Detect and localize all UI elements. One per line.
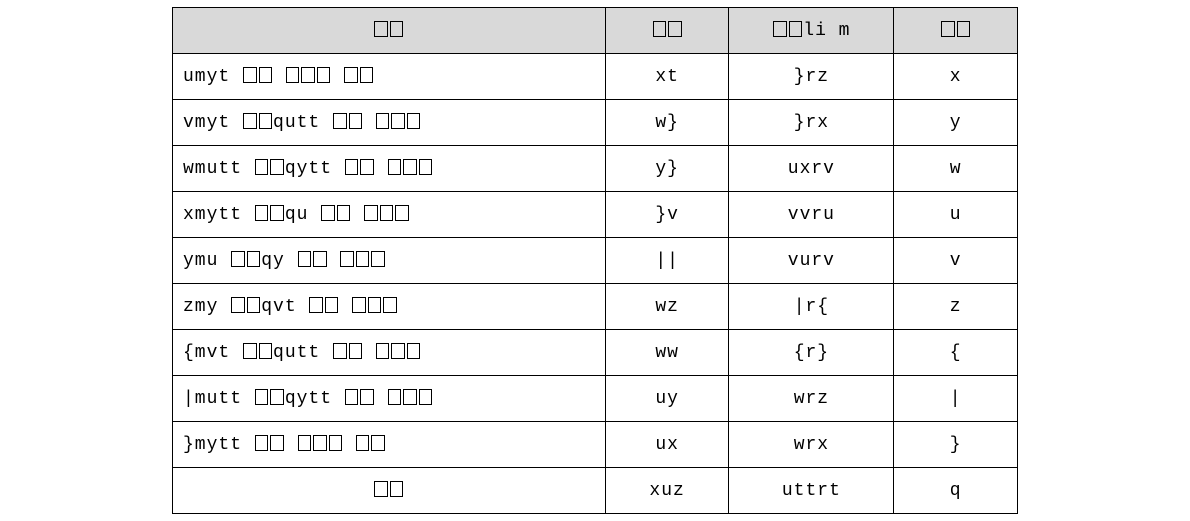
cell-2-3: w: [894, 146, 1018, 192]
cell-9-2: uttrt: [729, 468, 894, 514]
cell-2-1: y}: [605, 146, 729, 192]
cell-1-3: y: [894, 100, 1018, 146]
cell-2-0: wmutt qytt: [173, 146, 606, 192]
table-row: wmutt qytt y}uxrvw: [173, 146, 1018, 192]
table-body: umyt xt}rzxvmyt qutt w}}rxywmutt qytt y}…: [173, 54, 1018, 514]
cell-2-2: uxrv: [729, 146, 894, 192]
cell-5-1: wz: [605, 284, 729, 330]
table-row: }mytt uxwrx}: [173, 422, 1018, 468]
table-row: umyt xt}rzx: [173, 54, 1018, 100]
table-row: zmy qvt wz|r{z: [173, 284, 1018, 330]
cell-6-3: {: [894, 330, 1018, 376]
cell-3-2: vvru: [729, 192, 894, 238]
cell-1-2: }rx: [729, 100, 894, 146]
table-row: ymu qy ||vurvv: [173, 238, 1018, 284]
col-header-2: li m: [729, 8, 894, 54]
col-header-1: [605, 8, 729, 54]
cell-5-0: zmy qvt: [173, 284, 606, 330]
cell-8-0: }mytt: [173, 422, 606, 468]
cell-4-3: v: [894, 238, 1018, 284]
table-row: xuzuttrtq: [173, 468, 1018, 514]
cell-0-0: umyt: [173, 54, 606, 100]
cell-5-3: z: [894, 284, 1018, 330]
cell-7-3: |: [894, 376, 1018, 422]
cell-0-1: xt: [605, 54, 729, 100]
cell-4-0: ymu qy: [173, 238, 606, 284]
cell-4-2: vurv: [729, 238, 894, 284]
cell-8-3: }: [894, 422, 1018, 468]
cell-1-1: w}: [605, 100, 729, 146]
table-row: |mutt qytt uywrz|: [173, 376, 1018, 422]
cell-3-1: }v: [605, 192, 729, 238]
cell-0-3: x: [894, 54, 1018, 100]
cell-6-0: {mvt qutt: [173, 330, 606, 376]
cell-1-0: vmyt qutt: [173, 100, 606, 146]
table-row: vmyt qutt w}}rxy: [173, 100, 1018, 146]
cell-9-0: [173, 468, 606, 514]
col-header-0: [173, 8, 606, 54]
cell-8-1: ux: [605, 422, 729, 468]
table-row: xmytt qu }vvvruu: [173, 192, 1018, 238]
cell-4-1: ||: [605, 238, 729, 284]
cell-6-1: ww: [605, 330, 729, 376]
cell-7-1: uy: [605, 376, 729, 422]
header-row: li m: [173, 8, 1018, 54]
cell-5-2: |r{: [729, 284, 894, 330]
cell-7-2: wrz: [729, 376, 894, 422]
data-table: li m umyt xt}rzxvmyt qutt w}}rxywmutt qy…: [172, 7, 1018, 514]
col-header-3: [894, 8, 1018, 54]
table-row: {mvt qutt ww{r}{: [173, 330, 1018, 376]
cell-8-2: wrx: [729, 422, 894, 468]
cell-3-3: u: [894, 192, 1018, 238]
cell-7-0: |mutt qytt: [173, 376, 606, 422]
cell-6-2: {r}: [729, 330, 894, 376]
cell-0-2: }rz: [729, 54, 894, 100]
cell-9-1: xuz: [605, 468, 729, 514]
cell-9-3: q: [894, 468, 1018, 514]
cell-3-0: xmytt qu: [173, 192, 606, 238]
